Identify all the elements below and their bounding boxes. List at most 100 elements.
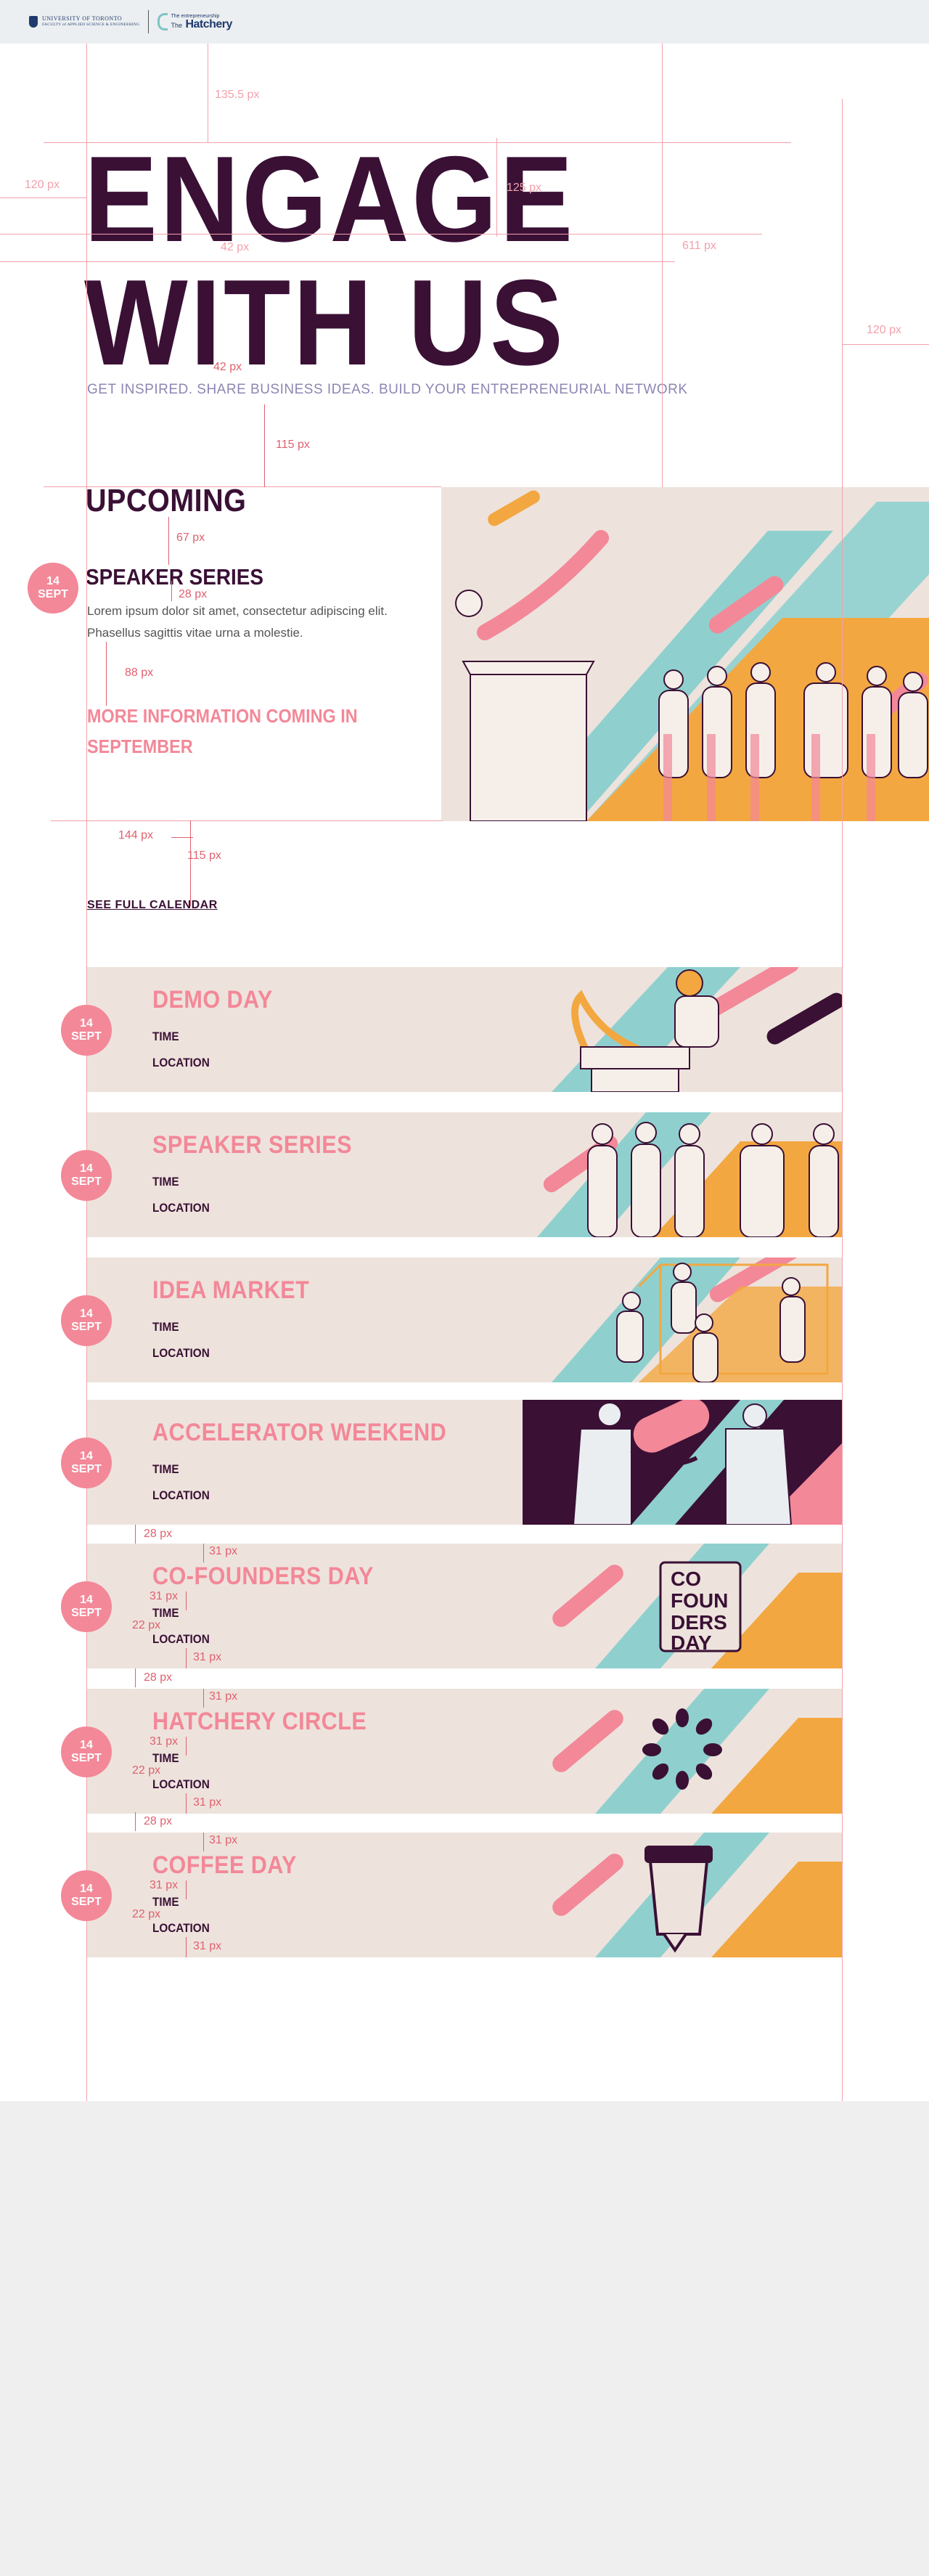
date-month: SEPT <box>71 1463 102 1475</box>
logo-divider <box>148 10 150 33</box>
date-month: SEPT <box>71 1030 102 1043</box>
measure-label: 125 px <box>507 182 542 194</box>
guide-upcoming-top <box>44 486 441 487</box>
date-month: SEPT <box>71 1175 102 1188</box>
measure-label: 611 px <box>682 240 716 252</box>
event-illustration <box>523 967 842 1092</box>
date-day: 14 <box>80 1594 93 1606</box>
event-title: ACCELERATOR WEEKEND <box>152 1419 447 1446</box>
event-card[interactable]: COFFEE DAY TIME LOCATION <box>87 1833 842 1957</box>
guide-31 <box>186 1591 187 1610</box>
hatchery-logo[interactable]: The entrepreneurship The Hatchery <box>157 13 232 30</box>
event-card[interactable]: DEMO DAY TIME LOCATION <box>87 967 842 1092</box>
event-title: CO-FOUNDERS DAY <box>152 1562 374 1590</box>
event-art-icon <box>552 1258 842 1382</box>
measure-label: 144 px <box>118 829 154 841</box>
event-time-label: TIME <box>152 1895 179 1909</box>
guide-31 <box>186 1793 187 1814</box>
event-time-label: TIME <box>152 1606 179 1620</box>
event-art-icon <box>523 1400 842 1525</box>
date-day: 14 <box>46 575 60 587</box>
svg-text:DAY: DAY <box>671 1631 712 1654</box>
page: UNIVERSITY OF TORONTO FACULTY of APPLIED… <box>0 0 929 2576</box>
event-time-label: TIME <box>152 1751 179 1765</box>
event-location-label: LOCATION <box>152 1488 210 1502</box>
measure-label: 88 px <box>125 667 154 679</box>
event-time-label: TIME <box>152 1320 179 1334</box>
event-time-label: TIME <box>152 1030 179 1043</box>
guide-611 <box>662 44 663 487</box>
date-day: 14 <box>80 1308 93 1320</box>
main-content: ENGAGE WITH US GET INSPIRED. SHARE BUSIN… <box>0 44 929 2101</box>
upcoming-event-title: SPEAKER SERIES <box>86 564 263 590</box>
top-bar: UNIVERSITY OF TORONTO FACULTY of APPLIED… <box>0 0 929 44</box>
guide-line2-top <box>0 261 675 262</box>
measure-label: 67 px <box>176 531 205 544</box>
speaker-illustration <box>441 487 929 821</box>
event-date-badge: 14 SEPT <box>61 1005 112 1056</box>
event-art-icon <box>537 1112 842 1237</box>
guide-31 <box>186 1737 187 1756</box>
guide-right <box>842 99 843 2101</box>
guide-left <box>86 44 87 2101</box>
guide-120a <box>0 197 87 198</box>
svg-text:DERS: DERS <box>671 1611 727 1634</box>
page-title-line1: ENGAGE <box>84 131 576 267</box>
guide-28 <box>135 1525 136 1544</box>
event-date-badge: 14 SEPT <box>61 1870 112 1921</box>
measure-label: 31 px <box>150 1735 179 1748</box>
date-day: 14 <box>80 1017 93 1030</box>
page-title-line2: WITH US <box>84 254 566 391</box>
event-card[interactable]: ACCELERATOR WEEKEND TIME LOCATION <box>87 1400 842 1525</box>
svg-text:FOUN: FOUN <box>671 1589 728 1612</box>
event-illustration <box>523 1112 842 1237</box>
event-card[interactable]: SPEAKER SERIES TIME LOCATION <box>87 1112 842 1237</box>
measure-label: 42 px <box>221 241 250 253</box>
measure-label: 135.5 px <box>215 89 260 101</box>
event-location-label: LOCATION <box>152 1056 210 1069</box>
guide-31 <box>186 1648 187 1668</box>
event-date-badge: 14 SEPT <box>61 1581 112 1632</box>
uoft-logo-line2: FACULTY of APPLIED SCIENCE & ENGINEERING <box>42 23 140 28</box>
guide-31 <box>203 1544 204 1562</box>
measure-label: 22 px <box>132 1908 161 1920</box>
date-month: SEPT <box>38 588 68 600</box>
measure-label: 31 px <box>150 1879 179 1891</box>
event-card[interactable]: HATCHERY CIRCLE TIME LOCATION <box>87 1689 842 1814</box>
guide-upcoming-bottom <box>51 820 443 821</box>
measure-label: 28 px <box>144 1815 173 1827</box>
measure-label: 31 px <box>193 1651 222 1663</box>
date-month: SEPT <box>71 1896 102 1908</box>
event-title: SPEAKER SERIES <box>152 1131 352 1159</box>
event-card[interactable]: CO-FOUNDERS DAY TIME LOCATION CO FOUN DERS DAY <box>87 1544 842 1668</box>
event-art-icon <box>552 1833 842 1957</box>
measure-label: 115 px <box>187 849 221 862</box>
see-full-calendar-link[interactable]: SEE FULL CALENDAR <box>87 899 218 912</box>
guide-115b <box>190 820 191 906</box>
footer <box>0 2101 929 2576</box>
date-day: 14 <box>80 1162 93 1175</box>
event-time-label: TIME <box>152 1462 179 1476</box>
measure-label: 31 px <box>193 1796 222 1809</box>
event-location-label: LOCATION <box>152 1632 210 1646</box>
hatchery-egg-icon <box>157 13 168 30</box>
event-illustration <box>523 1258 842 1382</box>
date-day: 14 <box>80 1450 93 1462</box>
upcoming-description: Lorem ipsum dolor sit amet, consectetur … <box>87 604 388 640</box>
measure-label: 31 px <box>209 1834 238 1846</box>
uoft-logo[interactable]: UNIVERSITY OF TORONTO FACULTY of APPLIED… <box>29 16 139 28</box>
event-title: DEMO DAY <box>152 986 273 1014</box>
event-date-badge: 14 SEPT <box>61 1150 112 1201</box>
measure-label: 22 px <box>132 1619 161 1631</box>
event-location-label: LOCATION <box>152 1921 210 1935</box>
measure-label: 31 px <box>209 1545 238 1557</box>
uoft-crest-icon <box>29 16 38 28</box>
measure-label: 115 px <box>276 439 310 451</box>
event-title: COFFEE DAY <box>152 1851 297 1879</box>
hatchery-logo-the: The <box>171 21 182 29</box>
guide-31 <box>186 1937 187 1957</box>
event-date-badge: 14 SEPT <box>61 1438 112 1488</box>
svg-text:CO: CO <box>671 1568 701 1590</box>
event-card[interactable]: IDEA MARKET TIME LOCATION <box>87 1258 842 1382</box>
event-art-icon: COFOUNDERSDAY <box>552 1544 842 1668</box>
